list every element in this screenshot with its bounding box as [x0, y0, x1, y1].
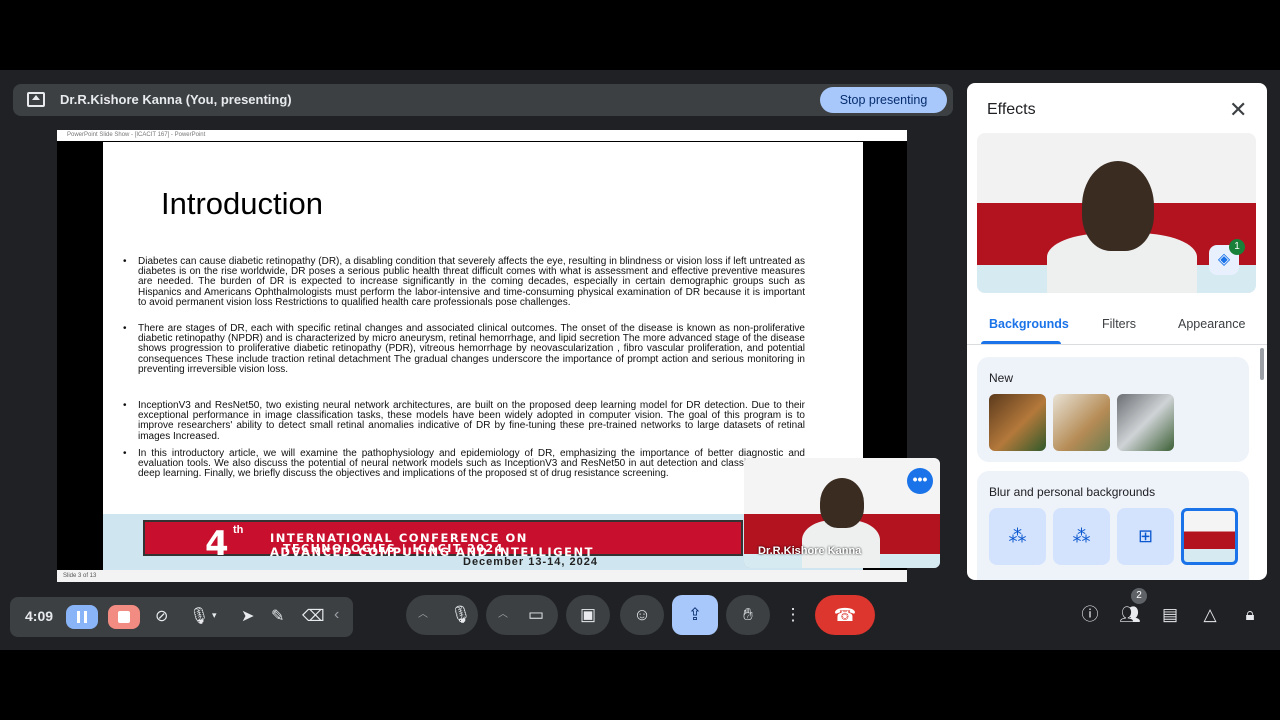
new-backgrounds-card: New	[977, 357, 1249, 462]
pause-icon	[77, 611, 80, 623]
mic-button[interactable]: ︿ 🎙︎	[406, 595, 478, 635]
preview-person-head	[1082, 161, 1154, 251]
info-icon[interactable]: ⓘ	[1078, 603, 1102, 627]
slide-bullet-4: In this introductory article, we will ex…	[123, 448, 805, 480]
slide-window-title: PowerPoint Slide Show - [ICACIT 167] - P…	[57, 130, 907, 141]
background-thumb-3[interactable]	[1117, 394, 1174, 451]
pause-icon-bar	[84, 611, 87, 623]
slide-title: Introduction	[161, 186, 323, 221]
participants-badge: 2	[1131, 588, 1147, 604]
present-screen-icon	[27, 92, 45, 107]
stop-recording-button[interactable]	[108, 605, 140, 629]
pen-icon[interactable]: ✎	[271, 606, 284, 626]
collapse-chevron-icon[interactable]: ‹	[334, 606, 339, 624]
section-title-new: New	[989, 371, 1014, 385]
section-title-blur: Blur and personal backgrounds	[989, 485, 1156, 499]
raise-hand-button[interactable]: ✋︎	[726, 595, 770, 635]
background-thumb-2[interactable]	[1053, 394, 1110, 451]
effects-title: Effects	[987, 101, 1036, 118]
effects-tabs: Backgrounds Filters Appearance	[967, 308, 1267, 344]
host-controls-icon[interactable]: 🔒︎	[1238, 603, 1262, 627]
pointer-icon[interactable]: ➤	[241, 606, 254, 626]
emoji-icon: ☺	[633, 605, 651, 624]
background-thumb-1[interactable]	[989, 394, 1046, 451]
self-video-tile[interactable]: Dr.R.Kishore Kanna •••	[744, 458, 940, 568]
call-timer: 4:09	[25, 608, 54, 624]
more-dots-icon[interactable]: •••	[907, 468, 933, 494]
person-head	[820, 478, 864, 528]
slide-bullet-3: InceptionV3 and ResNet50, two existing n…	[123, 400, 805, 442]
stop-presenting-button[interactable]: Stop presenting	[820, 87, 947, 113]
captions-button[interactable]: ▣	[566, 595, 610, 635]
slide-bullet-2: There are stages of DR, each with specif…	[123, 323, 805, 375]
more-vert-icon: ⋮	[784, 605, 802, 624]
captions-icon: ▣	[579, 605, 597, 624]
effects-panel: Effects ✕ ◈ 1 Backgrounds Filters Appear…	[967, 83, 1267, 580]
hand-icon: ✋︎	[743, 605, 753, 624]
chat-icon[interactable]: ▤	[1158, 603, 1182, 627]
leave-call-button[interactable]: ☎︎	[815, 595, 875, 635]
banner-dates: December 13-14, 2024	[463, 556, 598, 568]
panel-scrollbar[interactable]	[1260, 348, 1264, 380]
blur-icon[interactable]: ⁂	[1053, 508, 1110, 565]
chevron-down-icon[interactable]: ▾	[212, 610, 217, 621]
slide-status-bar: Slide 3 of 13	[57, 570, 907, 582]
add-image-icon[interactable]: ⊞	[1117, 508, 1174, 565]
activities-icon[interactable]: △	[1198, 603, 1222, 627]
slide-bullet-1: Diabetes can cause diabetic retinopathy …	[123, 256, 805, 308]
chevron-up-icon[interactable]: ︿	[498, 595, 508, 635]
preview-badge: 1	[1229, 239, 1245, 255]
tab-filters[interactable]: Filters	[1102, 317, 1136, 331]
mic-icon: 🎙︎	[450, 605, 472, 624]
eraser-off-icon[interactable]: ⊘	[155, 606, 168, 626]
tile-name: Dr.R.Kishore Kanna	[758, 545, 862, 557]
camera-button[interactable]: ︿ ▭	[486, 595, 558, 635]
eraser-icon[interactable]: ⌫	[302, 606, 325, 626]
microphone-icon[interactable]: 🎙︎	[189, 606, 209, 626]
banner-line-3: TECHNOLOGIES | ICACIT 2024	[283, 542, 504, 555]
present-button[interactable]: ⇪	[672, 595, 718, 635]
end-call-icon: ☎︎	[833, 605, 857, 625]
reactions-button[interactable]: ☺	[620, 595, 664, 635]
banner-number: 4	[205, 524, 229, 564]
people-icon[interactable]: 👥︎	[1118, 603, 1142, 627]
pause-button[interactable]	[66, 605, 98, 629]
camera-icon: ▭	[528, 605, 545, 624]
presenting-bar: Dr.R.Kishore Kanna (You, presenting)	[13, 84, 953, 116]
stop-icon	[118, 611, 130, 623]
camera-preview: ◈ 1	[977, 133, 1256, 293]
chevron-up-icon[interactable]: ︿	[418, 595, 428, 635]
selected-background-thumb[interactable]	[1181, 508, 1238, 565]
more-options-button[interactable]: ⋮	[778, 595, 808, 635]
presenter-name: Dr.R.Kishore Kanna (You, presenting)	[60, 92, 292, 107]
present-icon: ⇪	[687, 605, 703, 624]
banner-superscript: th	[233, 524, 244, 536]
slight-blur-icon[interactable]: ⁂	[989, 508, 1046, 565]
close-icon[interactable]: ✕	[1229, 97, 1247, 123]
tab-backgrounds[interactable]: Backgrounds	[989, 317, 1069, 331]
tabs-divider	[967, 344, 1267, 345]
tab-appearance[interactable]: Appearance	[1178, 317, 1245, 331]
blur-backgrounds-card: Blur and personal backgrounds ⁂ ⁂ ⊞	[977, 471, 1249, 580]
